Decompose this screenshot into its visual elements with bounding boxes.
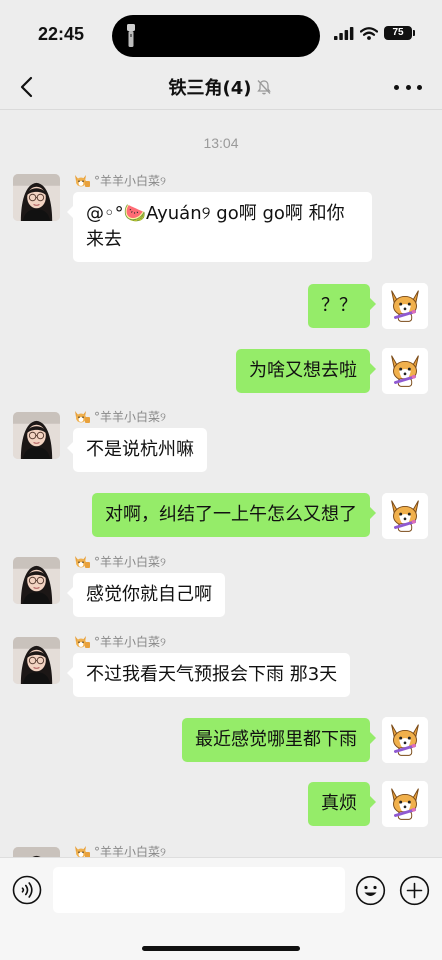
self-avatar-image <box>382 717 428 763</box>
more-dots-icon <box>394 84 399 90</box>
message-bubble[interactable]: 不过我看天气预报会下雨 那3天 <box>66 653 351 697</box>
bell-muted-icon <box>257 80 272 95</box>
emoji-button[interactable] <box>355 875 386 906</box>
message-text: 不过我看天气预报会下雨 那3天 <box>86 664 338 685</box>
sender-name: °羊羊小白菜୨ <box>73 172 166 189</box>
plus-circle-icon <box>399 875 430 906</box>
emoji-icon <box>355 875 386 906</box>
message-text: ？？ <box>321 295 357 316</box>
avatar[interactable] <box>13 557 60 604</box>
message-bubble[interactable]: 最近感觉哪里都下雨 <box>182 718 376 762</box>
message-bubble[interactable]: ？？ <box>308 284 376 328</box>
voice-button[interactable] <box>12 875 42 905</box>
wifi-icon <box>360 26 378 40</box>
chat-timestamp: 13:04 <box>203 135 239 151</box>
message-text-line: @◦°🍉Ayuán୨ go啊 go啊 和你 <box>86 203 345 224</box>
corgi-icon <box>73 845 91 858</box>
self-avatar-image <box>382 781 428 827</box>
corgi-icon <box>73 635 91 649</box>
message-bubble[interactable]: @◦°🍉Ayuán୨ go啊 go啊 和你 来去 <box>67 192 372 262</box>
dynamic-island <box>112 15 320 57</box>
corgi-icon <box>73 410 91 424</box>
sender-name: °羊羊小白菜୨ <box>73 553 166 570</box>
self-avatar-image <box>382 493 428 539</box>
user-avatar-image <box>13 174 60 221</box>
message-text: 感觉你就自己啊 <box>86 584 212 605</box>
chat-title-container: 铁三角(4) <box>0 74 442 100</box>
home-indicator[interactable] <box>142 946 300 951</box>
message-text: 不是说杭州嘛 <box>86 439 194 460</box>
plus-button[interactable] <box>399 875 430 906</box>
status-bar: 22:45 75 <box>0 0 442 64</box>
more-options-button[interactable] <box>394 74 422 100</box>
signal-icon <box>334 26 354 40</box>
user-avatar-image <box>13 637 60 684</box>
user-avatar-image <box>13 557 60 604</box>
message-bubble[interactable]: 真烦 <box>308 782 376 826</box>
message-bubble[interactable]: 感觉你就自己啊 <box>67 573 225 617</box>
avatar[interactable] <box>382 717 428 763</box>
message-text-line: 来去 <box>86 229 122 250</box>
message-bubble[interactable]: 为啥又想去啦 <box>236 349 376 393</box>
avatar[interactable] <box>382 348 428 394</box>
avatar[interactable] <box>13 412 60 459</box>
avatar[interactable] <box>382 781 428 827</box>
status-time: 22:45 <box>38 24 85 44</box>
status-icons: 75 <box>334 26 415 40</box>
user-avatar-image <box>13 412 60 459</box>
message-text: 最近感觉哪里都下雨 <box>195 729 357 750</box>
avatar[interactable] <box>382 493 428 539</box>
avatar[interactable] <box>13 174 60 221</box>
message-bubble[interactable]: 对啊，纠结了一上午怎么又想了 <box>92 493 376 537</box>
message-text: 对啊，纠结了一上午怎么又想了 <box>105 504 357 525</box>
sender-name: °羊羊小白菜୨ <box>73 633 166 650</box>
chat-title: 铁三角(4) <box>168 78 252 99</box>
sender-name: °羊羊小白菜୨ <box>73 408 166 425</box>
self-avatar-image <box>382 348 428 394</box>
corgi-icon <box>73 555 91 569</box>
avatar[interactable] <box>13 847 60 857</box>
corgi-icon <box>73 174 91 188</box>
message-text: 真烦 <box>321 793 357 814</box>
message-bubble[interactable]: 不是说杭州嘛 <box>67 428 207 472</box>
sender-name: °羊羊小白菜୨ <box>73 843 166 857</box>
input-bar <box>0 857 442 960</box>
message-text: 为啥又想去啦 <box>249 360 357 381</box>
user-avatar-image <box>13 847 60 857</box>
avatar[interactable] <box>13 637 60 684</box>
flashlight-icon <box>127 24 135 47</box>
chat-header: 铁三角(4) <box>0 64 442 110</box>
self-avatar-image <box>382 283 428 329</box>
message-list[interactable]: 13:04 °羊羊小白菜୨ @◦°🍉Ayuán୨ go啊 go啊 和你 来去 ？… <box>0 111 442 857</box>
avatar[interactable] <box>382 283 428 329</box>
battery-indicator: 75 <box>384 26 415 40</box>
message-input[interactable] <box>53 867 345 913</box>
voice-icon <box>12 875 42 905</box>
